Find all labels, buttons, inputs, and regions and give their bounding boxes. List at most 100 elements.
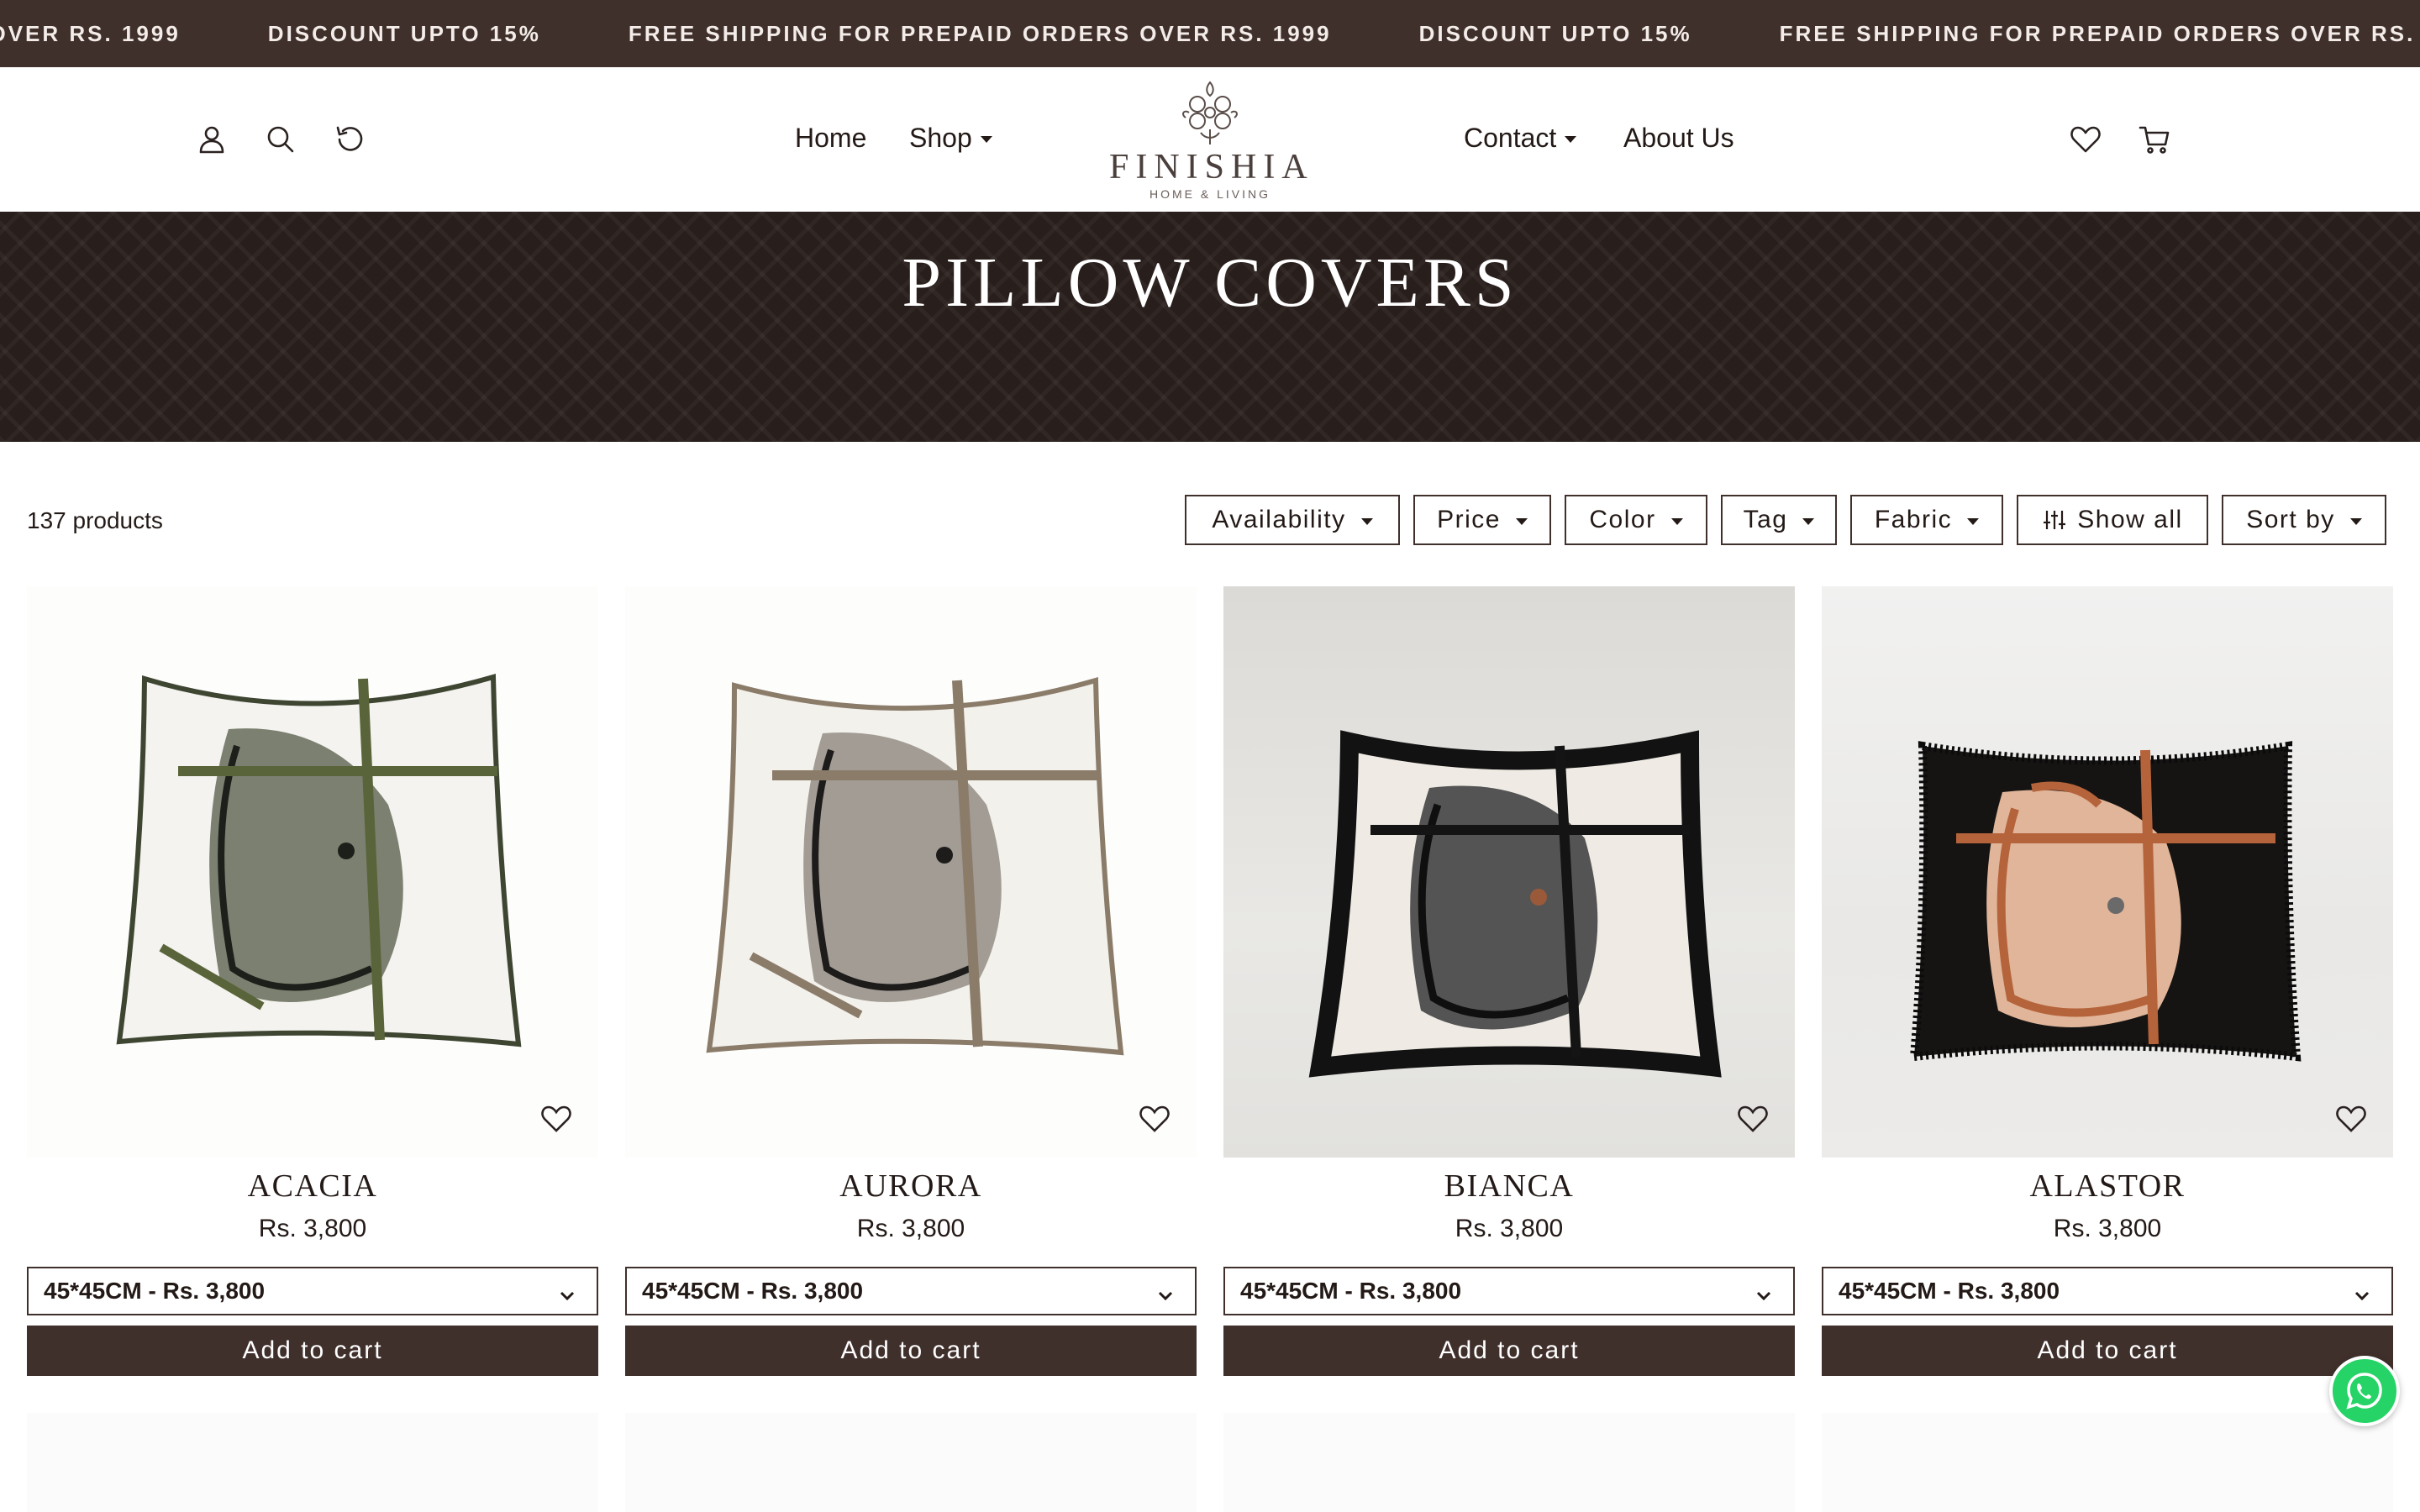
- caret-down-icon: [980, 136, 992, 143]
- chevron-down-icon: [558, 1284, 576, 1302]
- collection-hero: PILLOW COVERS: [0, 212, 2420, 442]
- add-to-cart-button[interactable]: Add to cart: [1822, 1326, 2393, 1376]
- product-title[interactable]: BIANCA: [1223, 1168, 1795, 1205]
- variant-select-value: 45*45CM - Rs. 3,800: [642, 1278, 864, 1304]
- product-price: Rs. 3,800: [2053, 1215, 2162, 1242]
- filter-fabric[interactable]: Fabric: [1850, 495, 2003, 545]
- sort-by-label: Sort by: [2246, 506, 2335, 533]
- caret-down-icon: [1515, 517, 1528, 525]
- product-card: AURORA Rs. 3,800 45*45CM - Rs. 3,800 Add…: [625, 586, 1197, 1376]
- cart-icon[interactable]: [2134, 119, 2175, 160]
- wishlist-icon[interactable]: [2065, 119, 2106, 160]
- nav-about-label: About Us: [1623, 123, 1734, 153]
- show-all-filters-button[interactable]: Show all: [2017, 495, 2208, 545]
- sliders-icon: [2044, 511, 2066, 529]
- chevron-down-icon: [2353, 1284, 2371, 1302]
- product-card-placeholder: [1822, 1413, 2393, 1512]
- add-to-cart-button[interactable]: Add to cart: [625, 1326, 1197, 1376]
- filter-tag-label: Tag: [1743, 506, 1788, 533]
- product-card: BIANCA Rs. 3,800 45*45CM - Rs. 3,800 Add…: [1223, 586, 1795, 1376]
- variant-select-value: 45*45CM - Rs. 3,800: [1240, 1278, 1462, 1304]
- add-to-cart-button[interactable]: Add to cart: [1223, 1326, 1795, 1376]
- announcement-item: FREE SHIPPING FOR PREPAID ORDERS OVER RS…: [0, 20, 181, 46]
- product-price: Rs. 3,800: [856, 1215, 965, 1242]
- product-card: ALASTOR Rs. 3,800 45*45CM - Rs. 3,800 Ad…: [1822, 586, 2393, 1376]
- nav-contact-label: Contact: [1464, 123, 1557, 153]
- product-image[interactable]: [1223, 586, 1795, 1158]
- filter-price[interactable]: Price: [1413, 495, 1551, 545]
- announcement-item: FREE SHIPPING FOR PREPAID ORDERS OVER RS…: [628, 20, 1332, 46]
- nav-shop-label: Shop: [909, 123, 972, 153]
- product-price: Rs. 3,800: [1455, 1215, 1564, 1242]
- caret-down-icon: [1670, 517, 1683, 525]
- heart-icon: [541, 1105, 571, 1132]
- product-card-placeholder: [27, 1413, 598, 1512]
- announcement-item: DISCOUNT UPTO 15%: [1418, 20, 1692, 46]
- logo-name: FINISHIA: [1109, 148, 1314, 186]
- product-image[interactable]: [1822, 586, 2393, 1158]
- announcement-item: FREE SHIPPING FOR PREPAID ORDERS OVER RS…: [1779, 20, 2420, 46]
- add-to-wishlist-button[interactable]: [1138, 1102, 1171, 1136]
- site-header: Home Shop FINISHIA HOME & LIVING Contact…: [0, 67, 2420, 212]
- pillow-image: [706, 677, 1124, 1056]
- logo-emblem-icon: [1182, 81, 1238, 144]
- history-icon[interactable]: [329, 119, 370, 160]
- nav-shop[interactable]: Shop: [909, 123, 992, 154]
- caret-down-icon: [1565, 136, 1577, 143]
- chevron-down-icon: [1156, 1284, 1175, 1302]
- filter-color-label: Color: [1589, 506, 1656, 533]
- pillow-image: [116, 674, 522, 1047]
- caret-down-icon: [1802, 517, 1815, 525]
- heart-icon: [2336, 1105, 2366, 1132]
- product-card-placeholder: [625, 1413, 1197, 1512]
- product-title[interactable]: ACACIA: [27, 1168, 598, 1205]
- caret-down-icon: [2349, 517, 2362, 525]
- product-title[interactable]: ALASTOR: [1822, 1168, 2393, 1205]
- pillow-image: [1909, 741, 2302, 1062]
- product-image[interactable]: [625, 586, 1197, 1158]
- filter-fabric-label: Fabric: [1874, 506, 1953, 533]
- filter-price-label: Price: [1437, 506, 1501, 533]
- caret-down-icon: [1360, 517, 1373, 525]
- product-price: Rs. 3,800: [258, 1215, 367, 1242]
- add-to-wishlist-button[interactable]: [1736, 1102, 1770, 1136]
- whatsapp-icon: [2346, 1373, 2382, 1410]
- logo-tagline: HOME & LIVING: [1149, 187, 1271, 201]
- chevron-down-icon: [1754, 1284, 1773, 1302]
- filter-color[interactable]: Color: [1565, 495, 1707, 545]
- nav-contact[interactable]: Contact: [1464, 123, 1577, 154]
- page-title: PILLOW COVERS: [902, 244, 1518, 322]
- variant-select[interactable]: 45*45CM - Rs. 3,800: [625, 1267, 1197, 1315]
- filter-tag[interactable]: Tag: [1721, 495, 1837, 545]
- account-icon[interactable]: [192, 119, 232, 160]
- filter-availability[interactable]: Availability: [1185, 495, 1400, 545]
- announcement-item: DISCOUNT UPTO 15%: [267, 20, 541, 46]
- variant-select[interactable]: 45*45CM - Rs. 3,800: [27, 1267, 598, 1315]
- add-to-wishlist-button[interactable]: [539, 1102, 573, 1136]
- product-image[interactable]: [27, 586, 598, 1158]
- nav-home-label: Home: [795, 123, 867, 153]
- nav-home[interactable]: Home: [795, 123, 866, 154]
- show-all-label: Show all: [2077, 506, 2183, 533]
- add-to-wishlist-button[interactable]: [2334, 1102, 2368, 1136]
- add-to-cart-button[interactable]: Add to cart: [27, 1326, 598, 1376]
- sort-by-dropdown[interactable]: Sort by: [2222, 495, 2386, 545]
- product-card: ACACIA Rs. 3,800 45*45CM - Rs. 3,800 Add…: [27, 586, 598, 1376]
- caret-down-icon: [1967, 517, 1980, 525]
- heart-icon: [1738, 1105, 1768, 1132]
- announcement-bar: FREE SHIPPING FOR PREPAID ORDERS OVER RS…: [0, 0, 2420, 67]
- heart-icon: [1139, 1105, 1170, 1132]
- whatsapp-chat-button[interactable]: [2329, 1356, 2400, 1426]
- variant-select[interactable]: 45*45CM - Rs. 3,800: [1822, 1267, 2393, 1315]
- announcement-track: FREE SHIPPING FOR PREPAID ORDERS OVER RS…: [0, 0, 2420, 67]
- product-title[interactable]: AURORA: [625, 1168, 1197, 1205]
- variant-select[interactable]: 45*45CM - Rs. 3,800: [1223, 1267, 1795, 1315]
- variant-select-value: 45*45CM - Rs. 3,800: [44, 1278, 266, 1304]
- nav-about[interactable]: About Us: [1623, 123, 1734, 154]
- site-logo[interactable]: FINISHIA HOME & LIVING: [1109, 79, 1311, 205]
- filter-availability-label: Availability: [1212, 506, 1346, 533]
- search-icon[interactable]: [260, 119, 301, 160]
- product-card-placeholder: [1223, 1413, 1795, 1512]
- pillow-image: [1308, 730, 1722, 1078]
- variant-select-value: 45*45CM - Rs. 3,800: [1839, 1278, 2060, 1304]
